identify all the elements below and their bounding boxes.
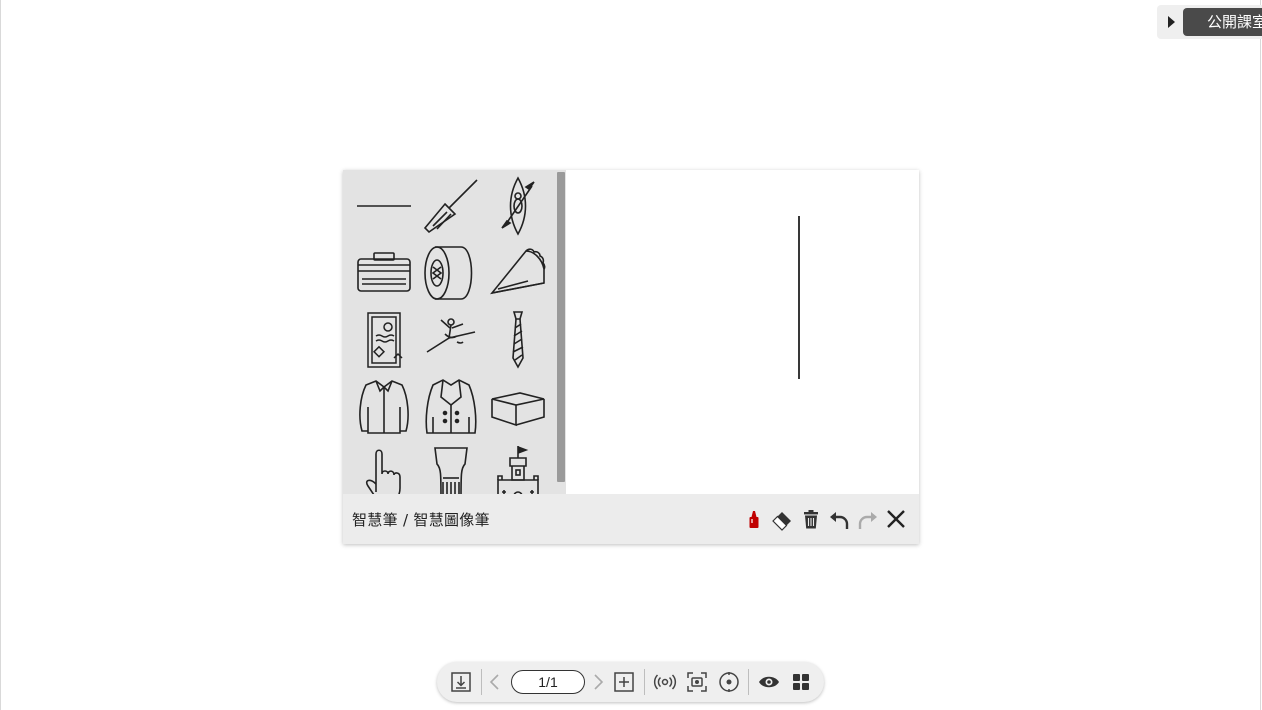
next-page-icon[interactable]	[586, 670, 610, 694]
pen-panel-title: 智慧筆 / 智慧圖像筆	[352, 511, 490, 529]
palette-scrollbar[interactable]	[557, 172, 565, 482]
smart-pen-panel: 智慧筆 / 智慧圖像筆	[343, 170, 919, 544]
toolbar-divider	[748, 669, 749, 695]
palette-item-kayak[interactable]	[488, 176, 548, 236]
necktie-icon	[512, 311, 524, 369]
palette-item-shirt[interactable]	[354, 377, 414, 437]
room-tab: 公開課室	[1157, 5, 1262, 39]
palette-item-coat[interactable]	[421, 377, 481, 437]
palette-item-castle[interactable]	[488, 444, 548, 494]
castle-icon	[497, 446, 539, 494]
palette-item-dancer[interactable]	[421, 310, 481, 370]
drawn-stroke	[798, 216, 800, 379]
undo-icon[interactable]	[827, 507, 851, 531]
cooler-box-icon	[357, 252, 411, 292]
drawing-canvas[interactable]	[566, 170, 919, 494]
presentation-exit-icon[interactable]	[449, 670, 473, 694]
right-frame-edge	[1260, 0, 1261, 710]
palette-item-broom[interactable]	[421, 176, 481, 236]
palette-item-line[interactable]	[354, 176, 414, 236]
close-icon[interactable]	[884, 507, 908, 531]
trash-icon[interactable]	[799, 507, 823, 531]
room-name[interactable]: 公開課室	[1183, 8, 1262, 36]
ballet-dancer-icon	[426, 318, 476, 353]
certificate-icon	[367, 312, 403, 368]
eye-icon[interactable]	[757, 670, 781, 694]
toolbar-divider	[644, 669, 645, 695]
box-icon	[491, 392, 545, 427]
toolbar-divider	[481, 669, 482, 695]
eraser-icon[interactable]	[770, 507, 794, 531]
tape-roll-icon	[424, 246, 473, 300]
line-icon	[357, 205, 411, 207]
palette-item-cooler[interactable]	[354, 243, 414, 303]
kayak-icon	[501, 176, 535, 236]
palette-item-certificate[interactable]	[354, 310, 414, 370]
palette-item-hand[interactable]	[354, 444, 414, 494]
palette-item-box[interactable]	[488, 377, 548, 437]
pen-footer: 智慧筆 / 智慧圖像筆	[343, 494, 919, 544]
broom-icon	[423, 179, 478, 234]
pie-slice-icon	[489, 248, 546, 295]
bottom-toolbar: 1/1	[437, 662, 824, 702]
palette-item-pie[interactable]	[488, 243, 548, 303]
pointing-hand-icon	[365, 449, 401, 494]
expand-arrow-icon[interactable]	[1165, 14, 1177, 30]
glass-icon	[434, 447, 468, 494]
pen-icon[interactable]	[742, 507, 766, 531]
prev-page-icon[interactable]	[483, 670, 507, 694]
palette-item-tie[interactable]	[488, 310, 548, 370]
image-palette	[343, 170, 566, 494]
palette-item-tape[interactable]	[421, 243, 481, 303]
grid-apps-icon[interactable]	[789, 670, 813, 694]
shirt-icon	[359, 380, 409, 434]
page-indicator[interactable]: 1/1	[511, 670, 585, 694]
redo-icon[interactable]	[856, 507, 880, 531]
palette-item-glass[interactable]	[421, 444, 481, 494]
broadcast-icon[interactable]	[653, 670, 677, 694]
screenshot-icon[interactable]	[685, 670, 709, 694]
coat-icon	[425, 379, 477, 434]
left-frame-edge	[0, 0, 1, 710]
add-page-icon[interactable]	[612, 670, 636, 694]
record-target-icon[interactable]	[717, 670, 741, 694]
